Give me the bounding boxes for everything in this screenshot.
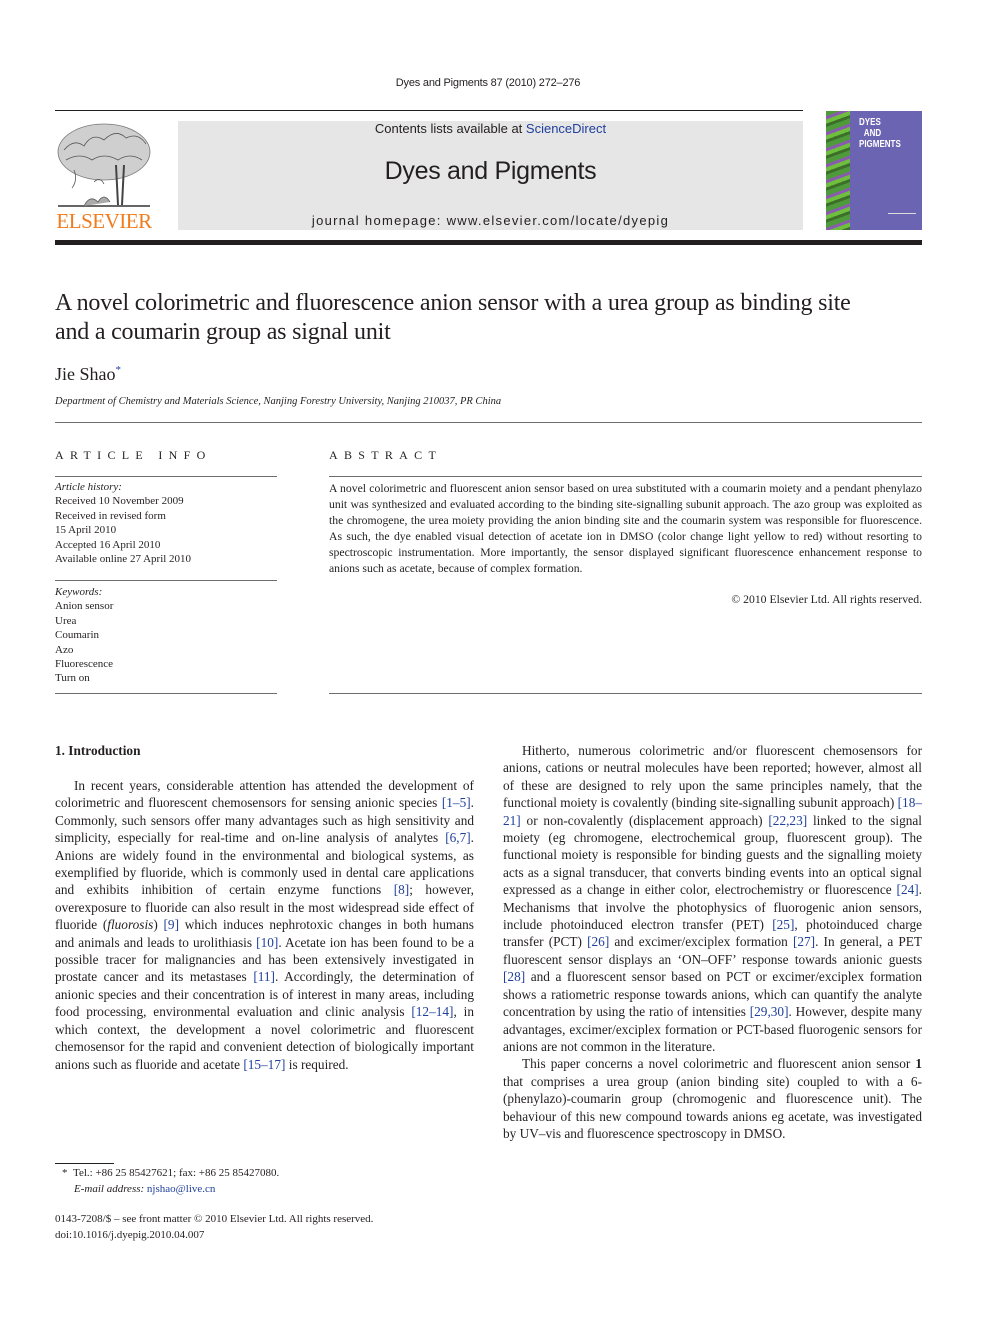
article-history: Article history: Received 10 November 20… xyxy=(55,480,277,566)
abstract-rule xyxy=(329,476,922,477)
article-title: A novel colorimetric and fluorescence an… xyxy=(55,290,851,345)
cover-publisher-mark xyxy=(888,213,916,222)
citation-link[interactable]: [11] xyxy=(253,969,275,984)
keywords-label: Keywords: xyxy=(55,586,103,598)
compound-number: 1 xyxy=(915,1056,922,1072)
citation-link[interactable]: [1–5] xyxy=(442,795,471,810)
email-label: E-mail address: xyxy=(74,1183,147,1195)
footnote-contact-text: Tel.: +86 25 85427621; fax: +86 25 85427… xyxy=(73,1167,280,1179)
running-head: Dyes and Pigments 87 (2010) 272–276 xyxy=(395,77,581,89)
citation-link[interactable]: [6,7] xyxy=(445,830,470,845)
keywords-rule xyxy=(55,580,277,581)
citation-link[interactable]: [22,23] xyxy=(768,813,807,828)
author-name: Jie Shao xyxy=(55,364,116,384)
footnote-email-line: E-mail address: njshao@live.cn xyxy=(62,1181,279,1197)
cover-pattern xyxy=(826,111,850,230)
keyword: Urea xyxy=(55,614,77,627)
email-link[interactable]: njshao@live.cn xyxy=(147,1183,215,1195)
elsevier-logo[interactable]: ELSEVIER xyxy=(54,120,154,234)
cover-title-line: and xyxy=(863,128,882,139)
italic-term: fluorosis xyxy=(107,917,154,933)
header-rule xyxy=(55,110,803,111)
keyword: Azo xyxy=(55,643,74,656)
section-heading-introduction: 1. Introduction xyxy=(55,743,141,758)
front-matter: 0143-7208/$ – see front matter © 2010 El… xyxy=(55,1212,373,1243)
corresponding-author-mark[interactable]: * xyxy=(116,364,122,376)
cover-title: Dyes and Pigments xyxy=(859,117,901,150)
citation-link[interactable]: [29,30] xyxy=(750,1004,789,1019)
affiliation: Department of Chemistry and Materials Sc… xyxy=(55,396,502,407)
journal-banner: Contents lists available at ScienceDirec… xyxy=(178,121,803,230)
abstract-bottom-rule xyxy=(329,693,922,694)
footnote-mark: * xyxy=(62,1167,68,1179)
cover-title-line: Pigments xyxy=(859,139,901,150)
journal-title: Dyes and Pigments xyxy=(384,157,597,185)
history-item: Received 10 November 2009 xyxy=(55,495,184,508)
history-label: Article history: xyxy=(55,481,122,493)
author-line: Jie Shao* xyxy=(55,364,121,385)
abstract-copyright: © 2010 Elsevier Ltd. All rights reserved… xyxy=(731,593,922,606)
masthead-rule xyxy=(55,240,922,245)
footnote: * Tel.: +86 25 85427621; fax: +86 25 854… xyxy=(62,1165,279,1197)
elsevier-wordmark: ELSEVIER xyxy=(56,209,152,233)
intro-right-column: Hitherto, numerous colorimetric and/or f… xyxy=(503,742,922,1142)
citation-link[interactable]: [15–17] xyxy=(243,1057,285,1072)
history-item: 15 April 2010 xyxy=(55,524,117,537)
cover-title-line: Dyes xyxy=(859,117,881,128)
citation-link[interactable]: [24] xyxy=(897,882,919,897)
journal-cover-thumbnail[interactable]: Dyes and Pigments xyxy=(826,111,922,230)
keyword: Turn on xyxy=(55,672,90,685)
intro-paragraph: In recent years, considerable attention … xyxy=(55,778,474,1072)
intro-left-column: In recent years, considerable attention … xyxy=(55,777,474,1073)
issn-line: 0143-7208/$ – see front matter © 2010 El… xyxy=(55,1213,374,1225)
citation-link[interactable]: [25] xyxy=(772,917,794,932)
doi[interactable]: doi:10.1016/j.dyepig.2010.04.007 xyxy=(55,1228,373,1244)
title-rule xyxy=(55,422,922,423)
sciencedirect-link[interactable]: ScienceDirect xyxy=(526,121,606,136)
footnote-rule xyxy=(55,1163,114,1164)
abstract-heading: ABSTRACT xyxy=(329,448,443,462)
abstract-text: A novel colorimetric and fluorescent ani… xyxy=(329,482,922,575)
intro-paragraph: Hitherto, numerous colorimetric and/or f… xyxy=(503,743,922,1054)
article-info-bottom-rule xyxy=(55,693,277,694)
citation-link[interactable]: [28] xyxy=(503,969,525,984)
article-info-heading: ARTICLE INFO xyxy=(55,448,212,462)
journal-homepage[interactable]: journal homepage: www.elsevier.com/locat… xyxy=(178,213,803,228)
history-item: Received in revised form xyxy=(55,509,166,522)
citation-link[interactable]: [12–14] xyxy=(411,1004,453,1019)
keyword: Coumarin xyxy=(55,629,99,642)
contents-prefix: Contents lists available at xyxy=(374,121,526,136)
history-item: Accepted 16 April 2010 xyxy=(55,538,161,551)
citation-link[interactable]: [27] xyxy=(793,934,815,949)
keyword: Fluorescence xyxy=(55,658,114,671)
intro-paragraph: This paper concerns a novel colorimetric… xyxy=(503,1056,922,1141)
citation-link[interactable]: [9] xyxy=(164,917,180,932)
footnote-contact: * Tel.: +86 25 85427621; fax: +86 25 854… xyxy=(62,1165,279,1181)
citation-link[interactable]: [10] xyxy=(256,935,278,950)
keyword: Anion sensor xyxy=(55,600,114,613)
citation-link[interactable]: [18–21] xyxy=(503,795,922,827)
contents-line: Contents lists available at ScienceDirec… xyxy=(178,121,803,136)
keywords: Keywords: Anion sensor Urea Coumarin Azo… xyxy=(55,585,277,686)
history-item: Available online 27 April 2010 xyxy=(55,553,192,566)
citation-link[interactable]: [8] xyxy=(394,882,410,897)
tree-icon xyxy=(57,123,151,207)
article-info-rule xyxy=(55,476,277,477)
citation-link[interactable]: [26] xyxy=(587,934,609,949)
